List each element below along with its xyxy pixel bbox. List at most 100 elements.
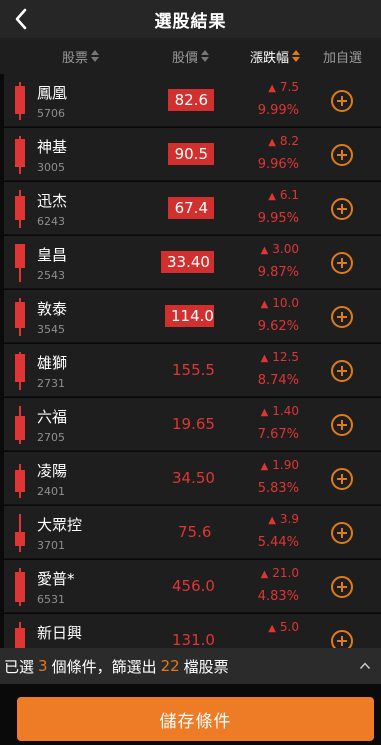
percent-change: 7.67% — [257, 427, 299, 442]
stock-name: 神基 — [37, 138, 68, 156]
sort-icon — [201, 49, 210, 63]
triangle-up-icon: ▲ — [268, 623, 276, 634]
add-watchlist-button[interactable] — [331, 198, 353, 220]
price-change: ▲ 12.5 — [261, 350, 299, 364]
sort-by-change[interactable]: 漲跌幅 — [250, 38, 301, 74]
column-price-label: 股價 — [172, 50, 199, 66]
triangle-up-icon: ▲ — [260, 569, 269, 580]
add-watchlist-button[interactable] — [331, 468, 353, 490]
percent-change: 8.74% — [257, 373, 299, 388]
stock-price: 114.0 — [165, 305, 214, 327]
stock-price: 75.6 — [178, 523, 212, 541]
triangle-up-icon: ▲ — [260, 299, 269, 310]
filter-summary-bar[interactable]: 已選 3 個條件，篩選出 22 檔股票 — [0, 648, 381, 684]
price-change-value: 8.2 — [279, 134, 299, 148]
add-watchlist-button[interactable] — [331, 90, 353, 112]
stock-name: 凌陽 — [37, 462, 68, 480]
candlestick-icon — [14, 298, 26, 336]
page-title: 選股結果 — [154, 11, 227, 32]
stock-code: 2731 — [37, 377, 65, 390]
table-row[interactable]: 愛普* 6531 456.0 ▲ 21.0 4.83% — [4, 560, 381, 613]
stock-name: 敦泰 — [37, 300, 68, 318]
stock-code: 2543 — [37, 269, 65, 282]
price-change-value: 7.5 — [279, 80, 299, 94]
candlestick-icon — [14, 244, 26, 282]
triangle-up-icon: ▲ — [268, 83, 276, 94]
price-change-value: 21.0 — [272, 566, 299, 580]
price-change-value: 5.0 — [279, 620, 299, 634]
candlestick-icon — [14, 514, 26, 552]
add-watchlist-button[interactable] — [331, 522, 353, 544]
stock-code: 3545 — [37, 323, 65, 336]
stock-code: 5706 — [37, 107, 65, 120]
stock-code: 2401 — [37, 485, 65, 498]
add-watchlist-button[interactable] — [331, 360, 353, 382]
percent-change: 9.99% — [257, 103, 299, 118]
stock-price: 33.40 — [161, 251, 214, 273]
sort-icon — [91, 49, 100, 63]
percent-change: 9.62% — [257, 319, 299, 334]
stock-price: 19.65 — [172, 415, 215, 433]
sort-by-price[interactable]: 股價 — [172, 38, 210, 74]
triangle-up-icon: ▲ — [260, 245, 269, 256]
add-watchlist-button[interactable] — [331, 252, 353, 274]
price-change: ▲ 21.0 — [261, 566, 299, 580]
price-change-value: 3.00 — [272, 242, 299, 256]
top-bar: 選股結果 — [0, 0, 381, 38]
price-change: ▲ 8.2 — [268, 134, 299, 148]
add-watchlist-button[interactable] — [331, 306, 353, 328]
sort-by-stock[interactable]: 股票 — [62, 38, 100, 74]
price-change: ▲ 1.90 — [261, 458, 299, 472]
price-change: ▲ 5.0 — [268, 620, 299, 634]
stock-code: 6243 — [37, 215, 65, 228]
summary-suffix: 檔股票 — [183, 657, 229, 676]
stock-code: 6531 — [37, 593, 65, 606]
stock-name: 新日興 — [37, 624, 83, 642]
table-row[interactable]: 迅杰 6243 67.4 ▲ 6.1 9.95% — [4, 182, 381, 235]
column-change-label: 漲跌幅 — [250, 50, 290, 66]
stock-price: 456.0 — [172, 577, 215, 595]
candlestick-icon — [14, 136, 26, 174]
add-watchlist-button[interactable] — [331, 576, 353, 598]
table-row[interactable]: 六福 2705 19.65 ▲ 1.40 7.67% — [4, 398, 381, 451]
stock-name: 大眾控 — [37, 516, 83, 534]
stock-price: 67.4 — [168, 197, 214, 219]
table-row[interactable]: 大眾控 3701 75.6 ▲ 3.9 5.44% — [4, 506, 381, 559]
price-change-value: 12.5 — [272, 350, 299, 364]
save-conditions-button[interactable]: 儲存條件 — [17, 697, 374, 741]
conditions-count: 3 — [38, 657, 48, 675]
table-row[interactable]: 鳳凰 5706 82.6 ▲ 7.5 9.99% — [4, 74, 381, 127]
table-row[interactable]: 神基 3005 90.5 ▲ 8.2 9.96% — [4, 128, 381, 181]
price-change: ▲ 3.00 — [261, 242, 299, 256]
price-change: ▲ 1.40 — [261, 404, 299, 418]
stock-price: 131.0 — [172, 631, 215, 648]
price-change: ▲ 7.5 — [268, 80, 299, 94]
back-button[interactable] — [8, 4, 34, 34]
add-watchlist-button[interactable] — [331, 414, 353, 436]
percent-change: 4.83% — [257, 589, 299, 604]
candlestick-icon — [14, 460, 26, 498]
price-change-value: 3.9 — [279, 512, 299, 526]
price-change-value: 1.40 — [272, 404, 299, 418]
table-row[interactable]: 凌陽 2401 34.50 ▲ 1.90 5.83% — [4, 452, 381, 505]
price-change: ▲ 3.9 — [268, 512, 299, 526]
table-row[interactable]: 新日興 131.0 ▲ 5.0 — [4, 614, 381, 648]
stock-code: 3005 — [37, 161, 65, 174]
add-watchlist-button[interactable] — [331, 144, 353, 166]
add-watchlist-button[interactable] — [331, 630, 353, 648]
price-change: ▲ 6.1 — [268, 188, 299, 202]
stock-screener-results: 選股結果 股票 股價 漲跌幅 加自選 鳳凰 5706 82.6 ▲ 7.5 9.99% 神基… — [0, 0, 381, 745]
column-add-label: 加自選 — [323, 50, 363, 66]
triangle-up-icon: ▲ — [260, 407, 269, 418]
footer: 儲存條件 — [0, 684, 381, 745]
stock-price: 90.5 — [168, 143, 214, 165]
triangle-up-icon: ▲ — [268, 137, 276, 148]
candlestick-icon — [14, 190, 26, 228]
price-change-value: 6.1 — [279, 188, 299, 202]
stock-price: 82.6 — [168, 89, 214, 111]
stocks-count: 22 — [160, 657, 180, 675]
table-row[interactable]: 皇昌 2543 33.40 ▲ 3.00 9.87% — [4, 236, 381, 289]
table-row[interactable]: 敦泰 3545 114.0 ▲ 10.0 9.62% — [4, 290, 381, 343]
chevron-up-icon[interactable] — [359, 660, 371, 672]
table-row[interactable]: 雄獅 2731 155.5 ▲ 12.5 8.74% — [4, 344, 381, 397]
